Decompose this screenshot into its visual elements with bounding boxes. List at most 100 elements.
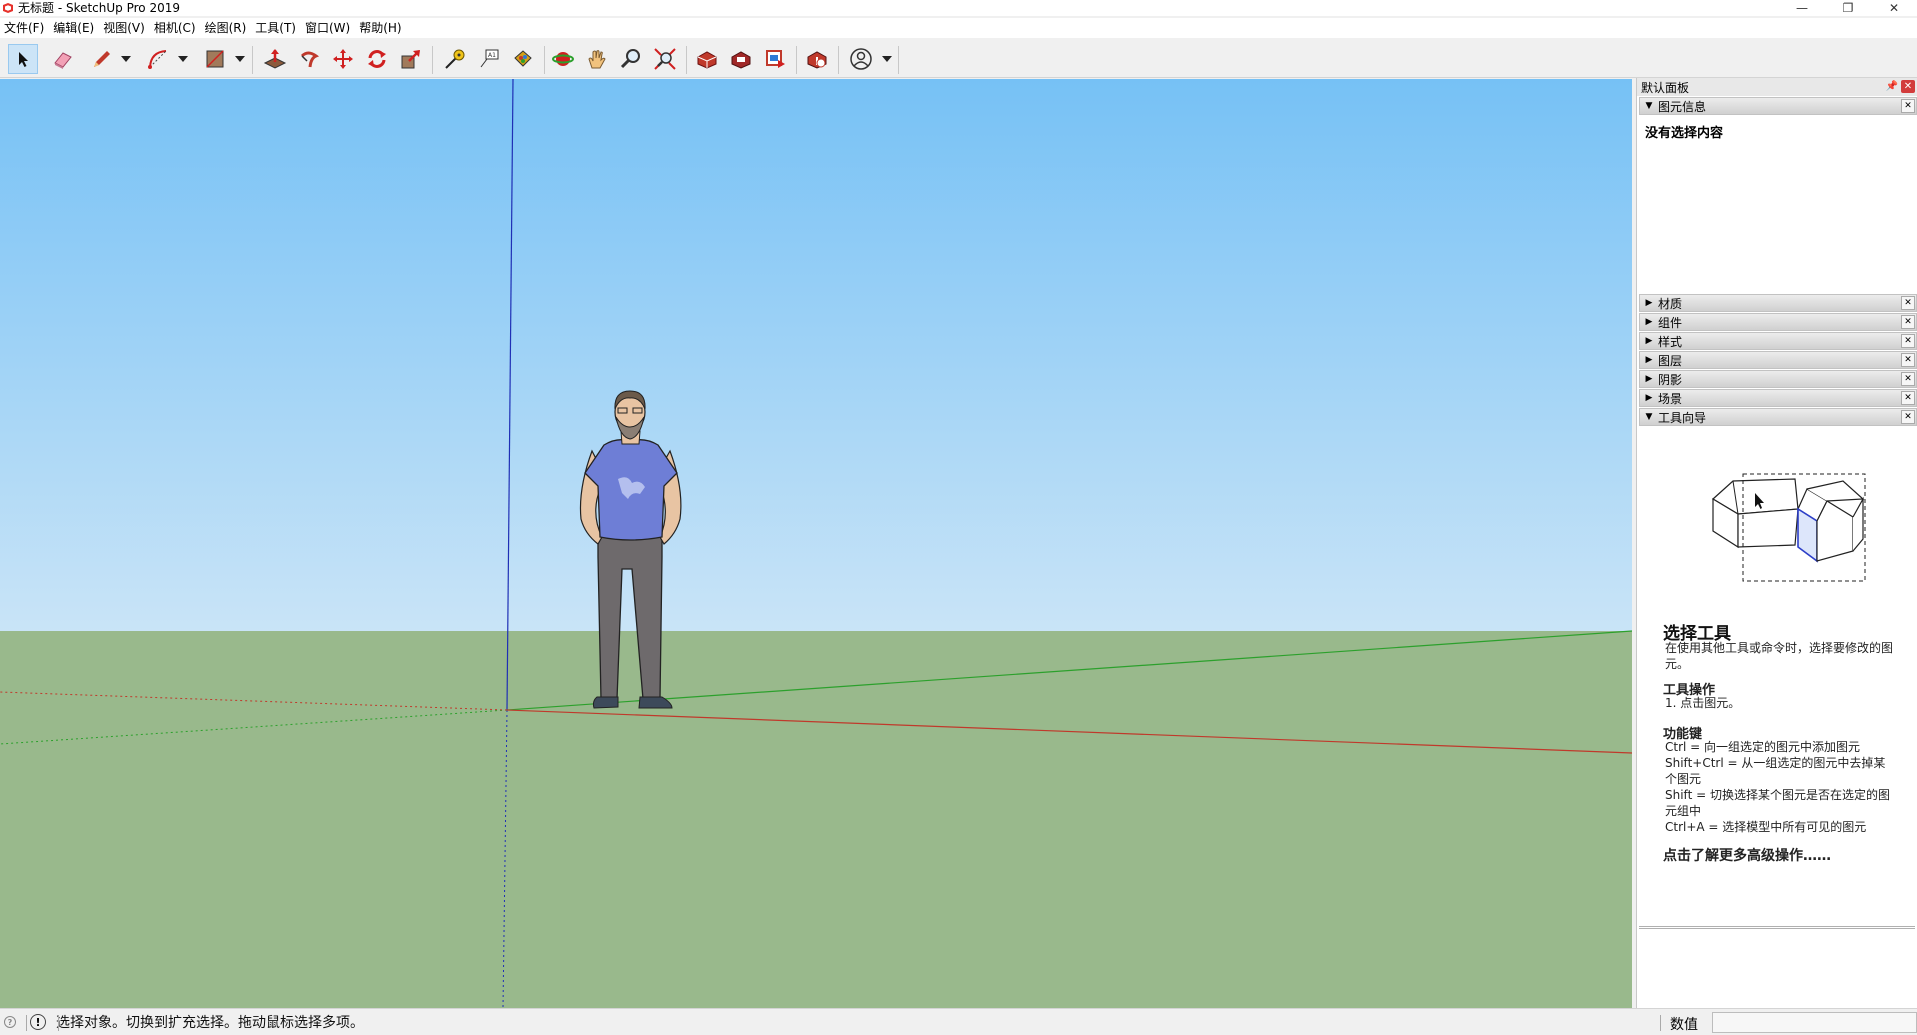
menu-file[interactable]: 文件(F) [2,18,51,38]
collapsed-triangle-icon: ▶ [1645,336,1653,346]
modifier-key-ctrl-a: Ctrl+A = 选择模型中所有可见的图元 [1665,820,1867,834]
tray-close-icon[interactable]: ✕ [1901,391,1915,405]
modifier-key-shift-ctrl: Shift+Ctrl = 从一组选定的图元中去掉某个图元 [1665,756,1886,786]
tool-operations-text: 1. 点击图元。 [1665,696,1741,710]
pan-tool-button[interactable] [582,44,612,74]
caret-down-icon [882,56,892,62]
status-separator [58,1015,59,1031]
drawing-viewport[interactable] [0,79,1632,1008]
modifier-key-shift: Shift = 切换选择某个图元是否在选定的图元组中 [1665,788,1890,818]
follow-me-tool-button[interactable] [294,44,324,74]
tape-measure-icon [445,49,465,69]
status-bar: ? ! 选择对象。切换到扩充选择。拖动鼠标选择多项。 数值 [0,1008,1917,1035]
push-pull-tool-button[interactable] [260,44,290,74]
move-tool-button[interactable] [328,44,358,74]
panel-title-bar: 默认面板 📌 ✕ [1637,78,1917,96]
panel-title: 默认面板 [1641,80,1690,95]
collapsed-triangle-icon: ▶ [1645,355,1653,365]
tray-label: 图元信息 [1658,99,1707,114]
restore-button[interactable]: ❐ [1825,0,1871,16]
tray-close-icon[interactable]: ✕ [1901,410,1915,424]
tray-close-icon[interactable]: ✕ [1901,353,1915,367]
menu-view[interactable]: 视图(V) [101,18,152,38]
toolbar-separator [686,46,687,74]
tray-close-icon[interactable]: ✕ [1901,99,1915,113]
layout-icon [766,50,785,68]
tray-instructor-header[interactable]: ▼ 工具向导 ✕ [1639,408,1917,426]
info-icon[interactable]: ! [30,1014,46,1030]
status-separator [1660,1015,1661,1031]
instructor-body: 选择工具 在使用其他工具或命令时，选择要修改的图元。 工具操作 1. 点击图元。… [1637,427,1917,927]
magnifier-icon [620,49,640,69]
tray-entity-info-header[interactable]: ▼ 图元信息 ✕ [1639,97,1917,115]
scene-canvas[interactable] [0,79,1632,1008]
eraser-tool-button[interactable] [48,44,78,74]
expanded-triangle-icon: ▼ [1645,412,1653,422]
caret-down-icon [178,56,188,62]
menu-bar: 文件(F) 编辑(E) 视图(V) 相机(C) 绘图(R) 工具(T) 窗口(W… [0,18,1917,38]
text-tool-button[interactable]: A1 [474,44,504,74]
measurements-label: 数值 [1670,1017,1698,1033]
menu-edit[interactable]: 编辑(E) [51,18,101,38]
tape-measure-tool-button[interactable] [440,44,470,74]
layout-button[interactable] [760,44,790,74]
close-window-button[interactable]: ✕ [1871,0,1917,16]
orbit-tool-button[interactable] [548,44,578,74]
extension-manager-icon [807,51,827,69]
geolocation-icon[interactable]: ? [4,1016,16,1028]
ground [0,631,1632,1008]
pin-icon[interactable]: 📌 [1885,80,1899,93]
select-tool-button[interactable] [8,44,38,74]
panel-close-icon[interactable]: ✕ [1901,80,1915,93]
tray-components-header[interactable]: ▶ 组件 ✕ [1639,313,1917,331]
tray-label: 图层 [1658,353,1683,368]
account-button[interactable] [846,44,876,74]
status-message: 选择对象。切换到扩充选择。拖动鼠标选择多项。 [56,1015,364,1031]
measurements-input[interactable] [1712,1012,1917,1033]
toolbar-separator [544,46,545,74]
menu-tools[interactable]: 工具(T) [253,18,303,38]
tray-close-icon[interactable]: ✕ [1901,334,1915,348]
tray-close-icon[interactable]: ✕ [1901,372,1915,386]
arc-tool-button[interactable] [143,44,173,74]
extension-manager-button[interactable] [802,44,832,74]
line-tool-button[interactable] [86,44,116,74]
tray-materials-header[interactable]: ▶ 材质 ✕ [1639,294,1917,312]
tray-styles-header[interactable]: ▶ 样式 ✕ [1639,332,1917,350]
paint-bucket-tool-button[interactable] [508,44,538,74]
tray-label: 场景 [1658,391,1683,406]
tray-label: 组件 [1658,315,1683,330]
scale-tool-button[interactable] [396,44,426,74]
advanced-operations-link[interactable]: 点击了解更多高级操作…… [1663,845,1831,865]
rotate-icon [368,50,386,68]
3d-warehouse-button[interactable] [692,44,722,74]
shape-tool-button[interactable] [200,44,230,74]
tray-close-icon[interactable]: ✕ [1901,315,1915,329]
toolbar-separator [432,46,433,74]
zoom-extents-tool-button[interactable] [650,44,680,74]
pencil-icon [94,51,110,67]
account-dropdown[interactable] [880,44,894,74]
menu-window[interactable]: 窗口(W) [303,18,357,38]
instructor-intro: 在使用其他工具或命令时，选择要修改的图元。 [1665,641,1894,671]
shape-tool-dropdown[interactable] [233,44,247,74]
menu-draw[interactable]: 绘图(R) [203,18,254,38]
tray-label: 样式 [1658,334,1683,349]
warehouse-icon [697,51,717,69]
menu-camera[interactable]: 相机(C) [152,18,203,38]
extension-warehouse-button[interactable] [726,44,756,74]
panel-divider [1639,926,1915,929]
zoom-tool-button[interactable] [616,44,646,74]
svg-text:A1: A1 [488,52,496,59]
tray-close-icon[interactable]: ✕ [1901,296,1915,310]
minimize-button[interactable]: — [1779,0,1825,16]
tray-shadows-header[interactable]: ▶ 阴影 ✕ [1639,370,1917,388]
tray-layers-header[interactable]: ▶ 图层 ✕ [1639,351,1917,369]
sky [0,79,1632,631]
arc-tool-dropdown[interactable] [176,44,190,74]
rotate-tool-button[interactable] [362,44,392,74]
line-tool-dropdown[interactable] [119,44,133,74]
menu-help[interactable]: 帮助(H) [357,18,408,38]
tray-scenes-header[interactable]: ▶ 场景 ✕ [1639,389,1917,407]
rectangle-icon [206,50,224,68]
